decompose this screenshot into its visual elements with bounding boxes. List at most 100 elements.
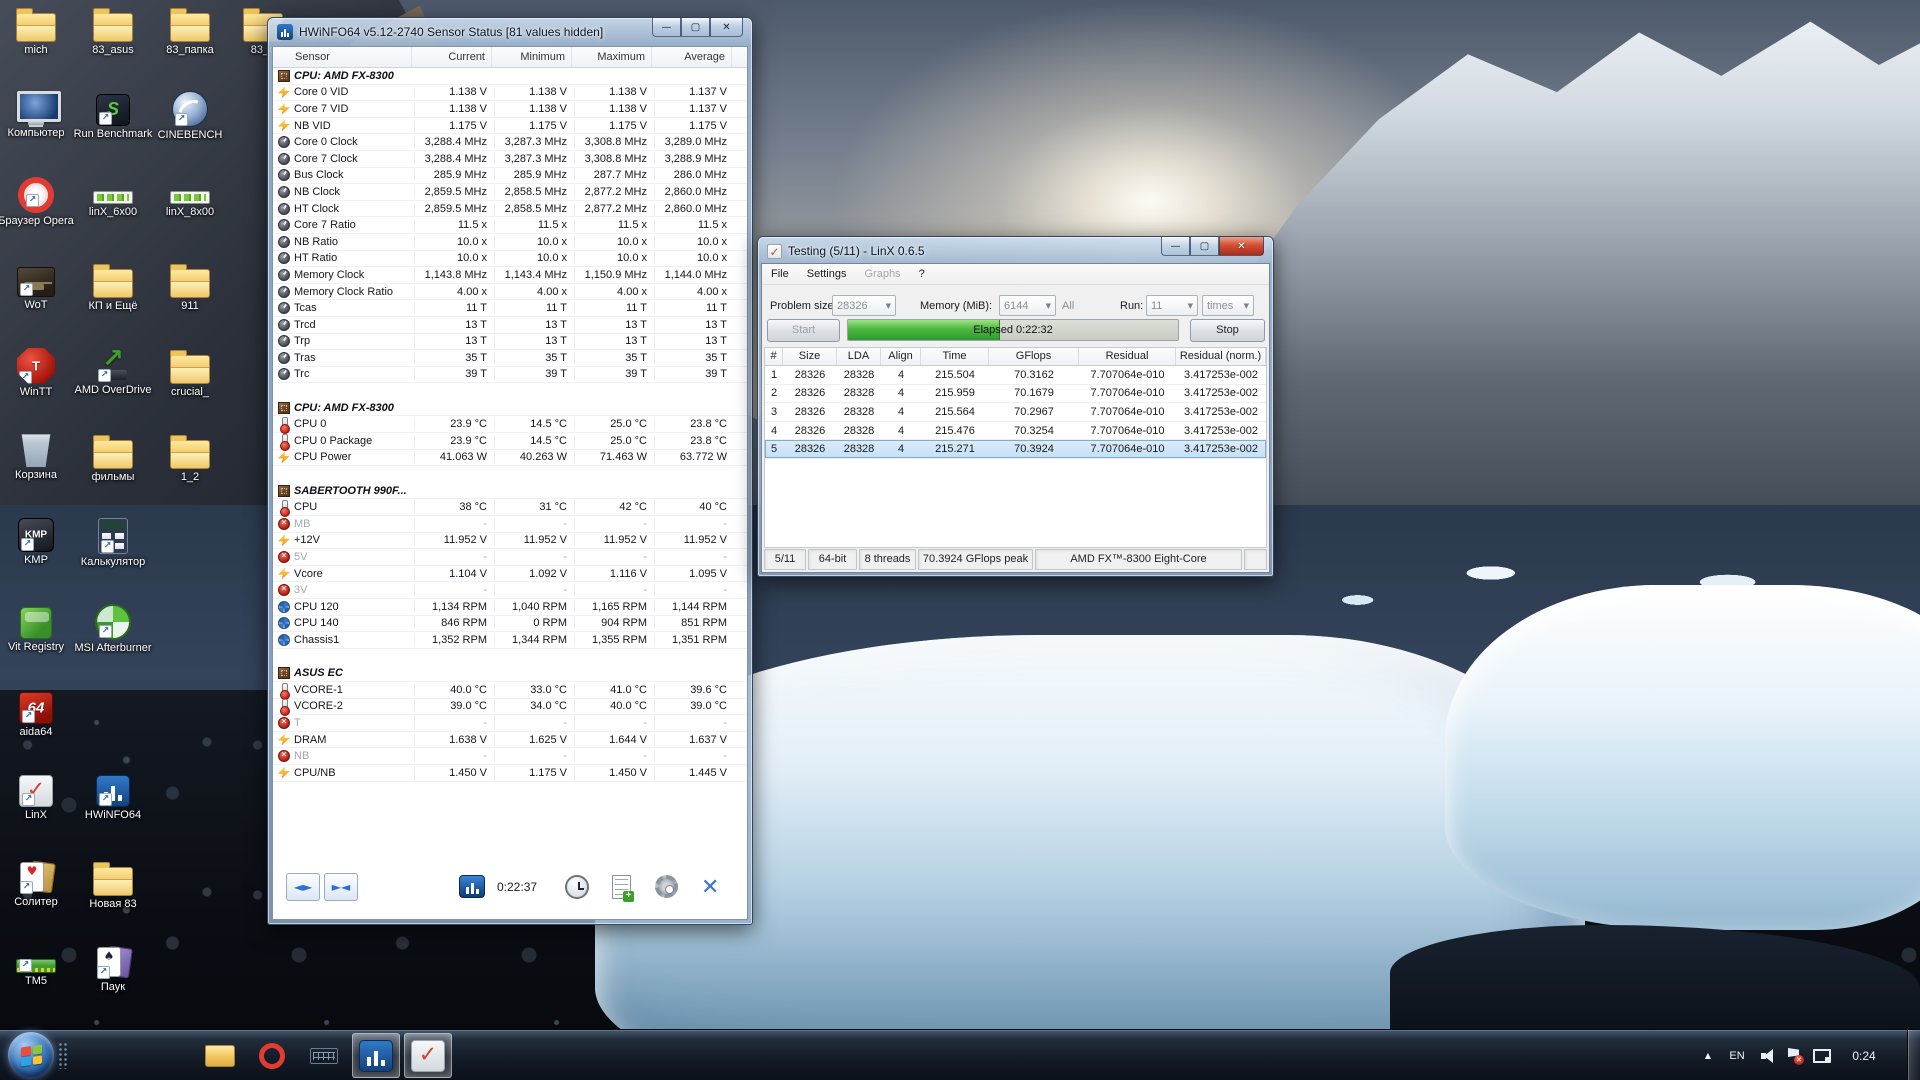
desktop-icon-1_2[interactable]: 1_2 <box>146 433 234 484</box>
maximize-button[interactable]: ▢ <box>1190 237 1219 256</box>
taskbar-button-keyboard[interactable] <box>300 1033 348 1078</box>
desktop-icon-kmp[interactable]: KMP↗KMP <box>0 518 80 567</box>
show-desktop-button[interactable] <box>1907 1030 1920 1080</box>
menu-item-settings[interactable]: Settings <box>798 264 856 284</box>
sensor-row[interactable]: Core 7 VID1.138 V1.138 V1.138 V1.137 V <box>273 101 747 118</box>
sensor-row[interactable]: MB---- <box>273 516 747 533</box>
clock-icon[interactable] <box>565 875 589 899</box>
desktop-icon-aida64[interactable]: 64↗aida64 <box>0 689 80 739</box>
sensor-row[interactable]: Core 0 VID1.138 V1.138 V1.138 V1.137 V <box>273 85 747 102</box>
gear-icon[interactable] <box>655 875 678 898</box>
desktop-icon-паук[interactable]: ↗Паук <box>69 945 157 994</box>
sensor-row[interactable]: CPU 0 Package23.9 °C14.5 °C25.0 °C23.8 °… <box>273 433 747 450</box>
sensor-row[interactable]: DRAM1.638 V1.625 V1.644 V1.637 V <box>273 732 747 749</box>
desktop-icon-hwinfo64[interactable]: ↗HWiNFO64 <box>69 775 157 822</box>
desktop-icon-кп-и-ещё[interactable]: КП и Ещё <box>69 262 157 313</box>
start-button[interactable] <box>8 1032 54 1078</box>
sensor-column-header[interactable]: Current <box>412 47 492 67</box>
desktop-icon-run-benchmark[interactable]: ↗Run Benchmark <box>69 91 157 141</box>
sensor-row[interactable]: Chassis11,352 RPM1,344 RPM1,355 RPM1,351… <box>273 632 747 649</box>
toolbar-drag-handle[interactable] <box>58 1042 68 1069</box>
collapse-columns-button[interactable]: ►◄ <box>324 873 358 901</box>
desktop-icon-фильмы[interactable]: фильмы <box>69 433 157 484</box>
close-button[interactable]: ✕ <box>710 18 743 37</box>
desktop-icon-911[interactable]: 911 <box>146 262 234 313</box>
sensor-row[interactable]: CPU 1201,134 RPM1,040 RPM1,165 RPM1,144 … <box>273 599 747 616</box>
desktop-icon-linx_8x00[interactable]: linX_8x00 <box>146 177 234 219</box>
sensor-row[interactable]: T---- <box>273 715 747 732</box>
action-center-icon[interactable]: ✕ <box>1784 1030 1804 1080</box>
problem-size-combo[interactable]: 28326▼ <box>832 295 896 316</box>
sensor-row[interactable]: NB---- <box>273 748 747 765</box>
results-column-header[interactable]: Align <box>881 348 921 365</box>
sensor-row[interactable]: NB VID1.175 V1.175 V1.175 V1.175 V <box>273 118 747 135</box>
sensor-row[interactable]: VCORE-140.0 °C33.0 °C41.0 °C39.6 °C <box>273 682 747 699</box>
taskbar-button-linx[interactable] <box>404 1033 452 1078</box>
memory-combo[interactable]: 6144▼ <box>999 295 1056 316</box>
results-row[interactable]: 328326283284215.56470.29677.707064e-0103… <box>765 403 1266 422</box>
sensor-row[interactable]: Bus Clock285.9 MHz285.9 MHz287.7 MHz286.… <box>273 168 747 185</box>
menu-item-file[interactable]: File <box>762 264 798 284</box>
taskbar-button-opera[interactable] <box>248 1033 296 1078</box>
sensor-row[interactable]: Core 7 Clock3,288.4 MHz3,287.3 MHz3,308.… <box>273 151 747 168</box>
desktop-icon-cinebench[interactable]: ↗CINEBENCH <box>146 91 234 142</box>
taskbar-button-hwinfo[interactable] <box>352 1033 400 1078</box>
desktop-icon-83_asus[interactable]: 83_asus <box>69 6 157 57</box>
run-count-combo[interactable]: 11▼ <box>1146 295 1198 316</box>
menu-item-help[interactable]: ? <box>910 264 934 284</box>
desktop-icon-amd-overdrive[interactable]: ↗AMD OverDrive <box>69 348 157 397</box>
sensor-column-header[interactable]: Sensor <box>273 47 412 67</box>
sensor-row[interactable]: 5V---- <box>273 549 747 566</box>
results-column-header[interactable]: GFlops <box>989 348 1079 365</box>
results-column-header[interactable]: Residual (norm.) <box>1176 348 1266 365</box>
desktop-icon-солитер[interactable]: ↗Солитер <box>0 860 80 909</box>
sensor-column-header[interactable]: Maximum <box>572 47 652 67</box>
sensor-row[interactable]: Core 7 Ratio11.5 x11.5 x11.5 x11.5 x <box>273 217 747 234</box>
desktop-icon-корзина[interactable]: Корзина <box>0 433 80 482</box>
close-sensors-icon[interactable]: ✕ <box>701 875 719 901</box>
results-column-header[interactable]: Time <box>921 348 989 365</box>
tray-overflow-button[interactable]: ▲ <box>1700 1030 1716 1080</box>
desktop-icon-linx_6x00[interactable]: linX_6x00 <box>69 177 157 219</box>
sensor-column-header[interactable]: Minimum <box>492 47 572 67</box>
desktop-icon-msi-afterburner[interactable]: ↗MSI Afterburner <box>69 604 157 655</box>
volume-icon[interactable] <box>1758 1030 1778 1080</box>
results-row[interactable]: 228326283284215.95970.16797.707064e-0103… <box>765 385 1266 404</box>
desktop-icon-linx[interactable]: ↗LinX <box>0 775 80 822</box>
desktop-icon-vit-registry[interactable]: Vit Registry <box>0 604 80 654</box>
results-column-header[interactable]: # <box>765 348 783 365</box>
sensor-row[interactable]: Memory Clock1,143.8 MHz1,143.4 MHz1,150.… <box>273 267 747 284</box>
desktop-icon-wintt[interactable]: T↗WinTT <box>0 348 80 399</box>
sensors-icon[interactable] <box>459 875 485 898</box>
results-row[interactable]: 428326283284215.47670.32547.707064e-0103… <box>765 422 1266 441</box>
desktop-icon-mich[interactable]: mich <box>0 6 80 57</box>
sensor-row[interactable]: +12V11.952 V11.952 V11.952 V11.952 V <box>273 533 747 550</box>
sensor-row[interactable]: HT Clock2,859.5 MHz2,858.5 MHz2,877.2 MH… <box>273 201 747 218</box>
results-column-header[interactable]: Size <box>783 348 837 365</box>
desktop-icon-браузер-opera[interactable]: ↗Браузер Opera <box>0 177 80 228</box>
sensor-row[interactable]: NB Clock2,859.5 MHz2,858.5 MHz2,877.2 MH… <box>273 184 747 201</box>
desktop-icon-crucial_[interactable]: crucial_ <box>146 348 234 399</box>
sensor-row[interactable]: Trp13 T13 T13 T13 T <box>273 334 747 351</box>
sensor-row[interactable]: HT Ratio10.0 x10.0 x10.0 x10.0 x <box>273 251 747 268</box>
sensor-row[interactable]: Trcd13 T13 T13 T13 T <box>273 317 747 334</box>
sensor-row[interactable]: Memory Clock Ratio4.00 x4.00 x4.00 x4.00… <box>273 284 747 301</box>
language-indicator[interactable]: EN <box>1722 1030 1752 1080</box>
close-button[interactable]: ✕ <box>1219 237 1264 256</box>
run-units-combo[interactable]: times▼ <box>1202 295 1254 316</box>
sensor-row[interactable]: Tcas11 T11 T11 T11 T <box>273 300 747 317</box>
results-row[interactable]: 128326283284215.50470.31627.707064e-0103… <box>765 366 1266 385</box>
desktop-icon-wot[interactable]: ↗WoT <box>0 262 80 312</box>
results-row[interactable]: 528326283284215.27170.39247.707064e-0103… <box>765 440 1266 459</box>
sensor-row[interactable]: CPU Power41.063 W40.263 W71.463 W63.772 … <box>273 450 747 467</box>
start-button[interactable]: Start <box>767 319 840 342</box>
taskbar-button-explorer[interactable] <box>196 1033 244 1078</box>
sensor-row[interactable]: CPU 023.9 °C14.5 °C25.0 °C23.8 °C <box>273 416 747 433</box>
sensor-row[interactable]: Core 0 Clock3,288.4 MHz3,287.3 MHz3,308.… <box>273 134 747 151</box>
taskbar-clock[interactable]: 0:24 <box>1838 1030 1890 1080</box>
sensor-row[interactable]: NB Ratio10.0 x10.0 x10.0 x10.0 x <box>273 234 747 251</box>
sensor-row[interactable]: Trc39 T39 T39 T39 T <box>273 367 747 384</box>
results-column-header[interactable]: Residual <box>1079 348 1176 365</box>
desktop-icon-новая-83[interactable]: Новая 83 <box>69 860 157 911</box>
sensor-row[interactable]: CPU 140846 RPM0 RPM904 RPM851 RPM <box>273 616 747 633</box>
